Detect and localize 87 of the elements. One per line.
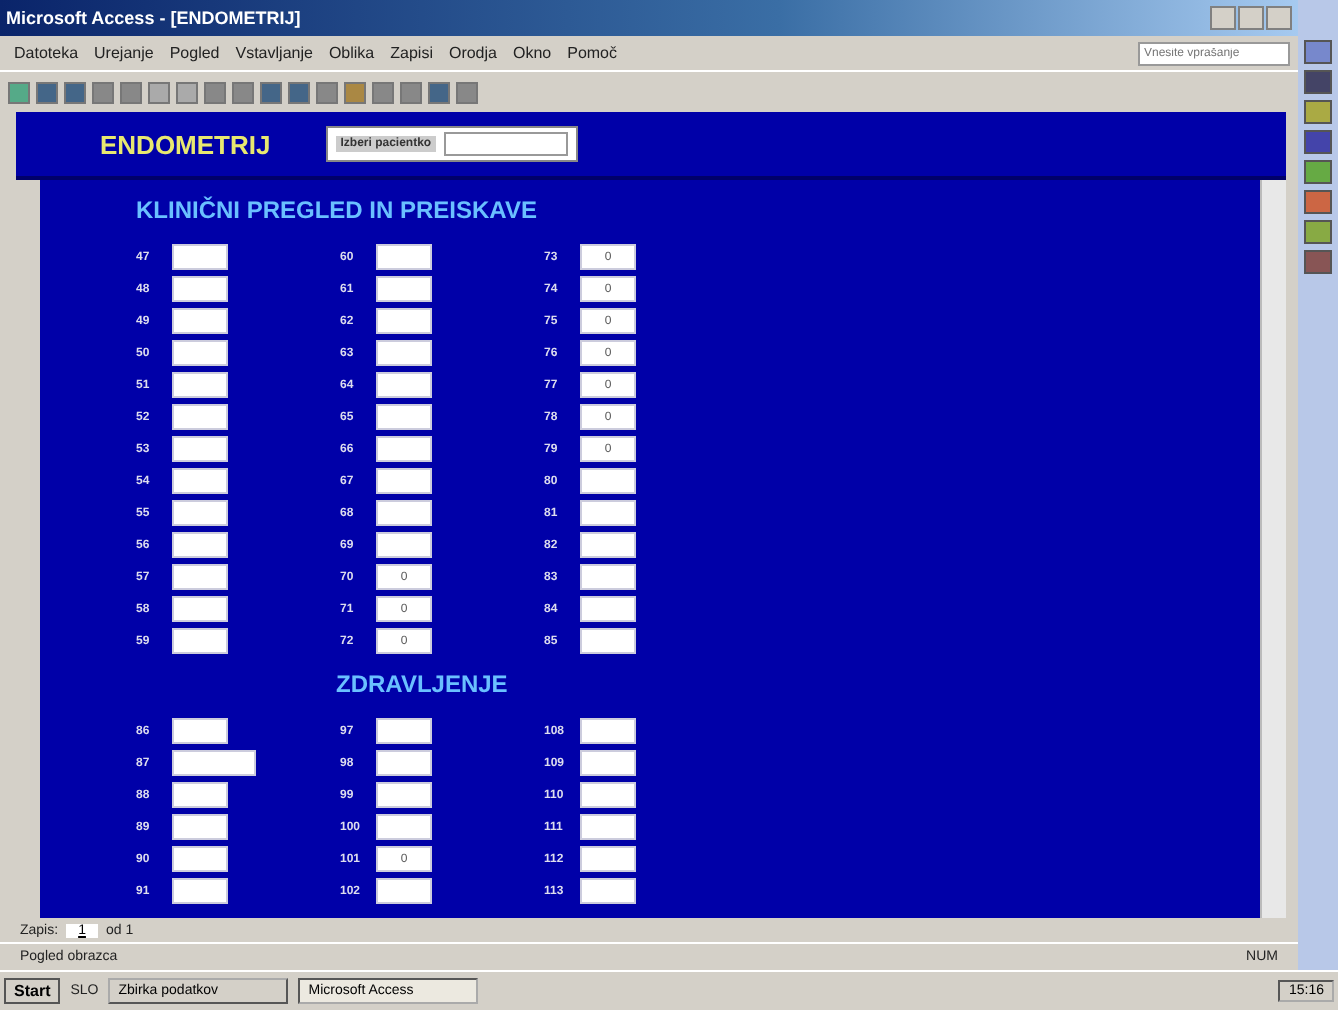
input-field[interactable] [172,468,228,494]
toolbar-icon[interactable] [8,81,30,103]
window-title: Microsoft Access - [ENDOMETRIJ] [6,8,301,28]
input-field[interactable] [580,628,636,654]
start-button[interactable]: Start [4,978,61,1004]
toolbar-icon[interactable] [120,81,142,103]
toolbar-icon[interactable] [232,81,254,103]
shortcut-icon[interactable] [1304,190,1332,214]
shortcut-icon[interactable] [1304,100,1332,124]
input-field[interactable] [376,878,432,904]
input-field[interactable] [376,814,432,840]
input-field[interactable] [172,718,228,744]
input-field[interactable] [580,814,636,840]
input-field[interactable] [172,814,228,840]
input-field[interactable] [376,436,432,462]
input-field[interactable] [172,372,228,398]
input-field[interactable] [172,846,228,872]
toolbar-icon[interactable] [64,81,86,103]
input-field[interactable] [172,404,228,430]
input-field[interactable] [580,500,636,526]
input-field[interactable] [580,718,636,744]
close-button[interactable] [1266,6,1292,30]
section-heading: ZDRAVLJENJE [336,670,510,698]
menu-item[interactable]: Vstavljanje [229,44,319,62]
input-field[interactable] [580,564,636,590]
shortcut-icon[interactable] [1304,40,1332,64]
menu-item[interactable]: Datoteka [8,44,85,62]
toolbar-icon[interactable] [176,81,198,103]
shortcut-icon[interactable] [1304,70,1332,94]
input-field[interactable] [580,468,636,494]
input-field[interactable] [172,308,228,334]
section-heading: KLINIČNI PREGLED IN PREISKAVE [136,196,539,224]
scrollbar[interactable] [1260,180,1286,918]
minimize-button[interactable] [1210,6,1236,30]
input-field[interactable] [172,628,228,654]
input-field[interactable] [172,436,228,462]
input-field[interactable] [376,340,432,366]
toolbar-icon[interactable] [456,81,478,103]
input-field[interactable] [172,276,228,302]
input-field[interactable] [376,468,432,494]
input-field[interactable] [172,244,228,270]
input-field[interactable] [172,878,228,904]
input-field[interactable] [376,244,432,270]
input-field[interactable] [376,500,432,526]
input-field[interactable] [376,718,432,744]
form-title: ENDOMETRIJ [100,129,271,159]
toolbar-icon[interactable] [344,81,366,103]
menu-item[interactable]: Pogled [163,44,226,62]
input-field[interactable] [580,878,636,904]
input-field[interactable] [580,846,636,872]
toolbar-icon[interactable] [316,81,338,103]
input-field[interactable] [172,750,256,776]
input-field[interactable] [172,782,228,808]
toolbar-icon[interactable] [372,81,394,103]
input-field[interactable] [172,500,228,526]
toolbar-icon[interactable] [288,81,310,103]
input-field[interactable] [580,782,636,808]
toolbar-icon[interactable] [92,81,114,103]
toolbar-icon[interactable] [204,81,226,103]
menu-item[interactable]: Orodja [442,44,503,62]
input-field[interactable] [376,308,432,334]
input-field[interactable] [172,596,228,622]
input-field[interactable] [376,372,432,398]
input-field[interactable] [580,596,636,622]
menu-item[interactable]: Zapisi [384,44,439,62]
toolbar-icon[interactable] [148,81,170,103]
input-field[interactable] [172,564,228,590]
maximize-button[interactable] [1238,6,1264,30]
menu-item[interactable]: Pomoč [561,44,624,62]
input-field[interactable] [580,750,636,776]
toolbar-icon[interactable] [36,81,58,103]
input-field[interactable] [376,276,432,302]
input-field[interactable] [172,340,228,366]
toolbar-icon[interactable] [428,81,450,103]
input-field[interactable] [376,782,432,808]
input-field[interactable] [580,532,636,558]
input-field[interactable] [376,750,432,776]
input-field[interactable] [172,532,228,558]
input-field[interactable] [376,404,432,430]
menu-item[interactable]: Okno [506,44,558,62]
menu-item[interactable]: Oblika [322,44,381,62]
toolbar-icon[interactable] [260,81,282,103]
shortcut-icon[interactable] [1304,160,1332,184]
shortcut-icon[interactable] [1304,220,1332,244]
toolbar-icon[interactable] [400,81,422,103]
menu-item[interactable]: Urejanje [88,44,160,62]
input-field[interactable] [376,532,432,558]
